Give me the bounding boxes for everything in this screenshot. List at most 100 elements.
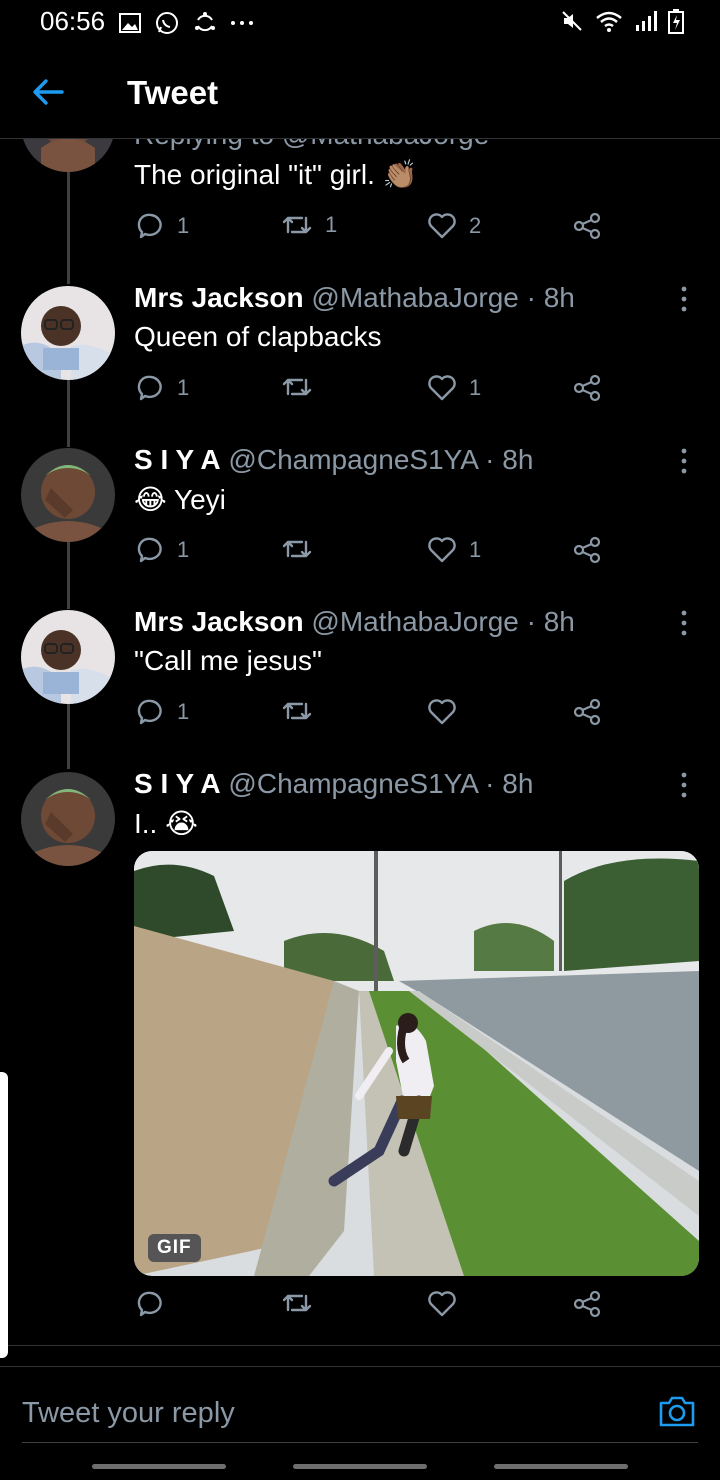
back-arrow-icon[interactable]: [28, 72, 68, 112]
author-handle[interactable]: @ChampagneS1YA · 8h: [228, 768, 533, 799]
gif-preview-image: [134, 851, 699, 1276]
like-button[interactable]: 1: [427, 536, 481, 564]
share-button[interactable]: [573, 374, 601, 402]
author-name[interactable]: Mrs Jackson: [134, 606, 304, 637]
author-name[interactable]: Mrs Jackson: [134, 282, 304, 313]
reply-count: 1: [177, 537, 190, 562]
reply-icon: [137, 213, 162, 239]
sync-icon: [195, 12, 215, 32]
retweet-icon: [282, 1294, 312, 1312]
status-bar: 06:56: [0, 0, 720, 46]
replying-to-label: Replying to @MathabaJorge: [134, 139, 489, 151]
reply-count: 1: [177, 375, 190, 400]
retweet-icon: [282, 216, 312, 234]
retweet-button[interactable]: [281, 374, 325, 400]
reply-button[interactable]: 1: [137, 212, 189, 240]
gif-media[interactable]: GIF: [134, 851, 699, 1276]
avatar[interactable]: [21, 286, 115, 380]
heart-icon: [428, 537, 456, 563]
signal-icon: [636, 11, 657, 31]
tweet-actions: 1 1: [0, 536, 720, 576]
retweet-icon: [282, 540, 312, 558]
avatar[interactable]: [21, 139, 115, 172]
more-vertical-icon[interactable]: [672, 608, 696, 638]
author-name[interactable]: S I Y A: [134, 444, 221, 475]
like-button[interactable]: [427, 698, 469, 726]
status-right-icons: [560, 8, 684, 34]
status-time: 06:56: [40, 6, 106, 36]
tweet[interactable]: Mrs Jackson @MathabaJorge · 8h Queen of …: [0, 279, 720, 441]
status-left-icons: [118, 10, 254, 36]
share-icon: [573, 212, 601, 240]
nav-recent-pill[interactable]: [92, 1464, 226, 1469]
tweet-actions: [0, 1290, 720, 1330]
like-count: 1: [469, 537, 482, 562]
retweet-button[interactable]: 1: [281, 212, 337, 238]
nav-home-pill[interactable]: [293, 1464, 427, 1469]
reply-button[interactable]: 1: [137, 698, 189, 726]
like-button[interactable]: 1: [427, 374, 481, 402]
reply-count: 1: [177, 699, 190, 724]
avatar[interactable]: [21, 772, 115, 866]
tweet-text: I.. 😭: [134, 808, 198, 839]
tweet-text: 😂 Yeyi: [134, 484, 226, 515]
tweet-header: Mrs Jackson @MathabaJorge · 8h: [134, 606, 575, 638]
reply-button[interactable]: [137, 1290, 177, 1318]
tweet[interactable]: Replying to @MathabaJorge The original "…: [0, 139, 720, 279]
share-button[interactable]: [573, 212, 601, 240]
camera-icon[interactable]: [658, 1393, 696, 1429]
reply-icon: [137, 375, 162, 401]
more-vertical-icon[interactable]: [672, 284, 696, 314]
reply-button[interactable]: 1: [137, 374, 189, 402]
like-count: 1: [469, 375, 482, 400]
author-name[interactable]: S I Y A: [134, 768, 221, 799]
retweet-button[interactable]: [281, 1290, 325, 1316]
tweet[interactable]: S I Y A @ChampagneS1YA · 8h 😂 Yeyi 1 1: [0, 441, 720, 603]
whatsapp-icon: [156, 12, 178, 34]
system-nav-bar: [0, 1450, 720, 1480]
share-button[interactable]: [573, 1290, 601, 1318]
edge-panel-handle[interactable]: [0, 1072, 8, 1358]
more-vertical-icon[interactable]: [672, 770, 696, 800]
reply-input[interactable]: Tweet your reply: [22, 1397, 235, 1430]
author-handle[interactable]: @MathabaJorge · 8h: [311, 606, 574, 637]
tweet-actions: 1: [0, 698, 720, 738]
author-handle[interactable]: @MathabaJorge · 8h: [311, 282, 574, 313]
avatar[interactable]: [21, 610, 115, 704]
app-header: Tweet: [0, 46, 720, 139]
heart-icon: [428, 213, 456, 239]
share-icon: [573, 698, 601, 726]
wifi-icon: [596, 11, 622, 32]
retweet-count: 1: [325, 212, 338, 237]
like-count: 2: [469, 213, 482, 238]
reply-icon: [137, 699, 162, 725]
gif-badge: GIF: [148, 1234, 201, 1262]
share-button[interactable]: [573, 698, 601, 726]
reply-button[interactable]: 1: [137, 536, 189, 564]
share-button[interactable]: [573, 536, 601, 564]
retweet-button[interactable]: [281, 536, 325, 562]
tweet-text: "Call me jesus": [134, 645, 322, 676]
tweet-actions: 1 1: [0, 374, 720, 414]
retweet-button[interactable]: [281, 698, 325, 724]
tweet-text: The original "it" girl. 👏🏽: [134, 159, 418, 190]
tweet-actions: 1 1 2: [0, 212, 720, 252]
tweet[interactable]: Mrs Jackson @MathabaJorge · 8h "Call me …: [0, 603, 720, 765]
author-handle[interactable]: @ChampagneS1YA · 8h: [228, 444, 533, 475]
image-icon: [119, 13, 141, 33]
like-button[interactable]: [427, 1290, 469, 1318]
tweet-divider: [0, 1345, 720, 1346]
tweet-header: Mrs Jackson @MathabaJorge · 8h: [134, 282, 575, 314]
tweet-text: Queen of clapbacks: [134, 321, 382, 352]
reply-bar: Tweet your reply: [0, 1366, 720, 1449]
avatar[interactable]: [21, 448, 115, 542]
reply-count: 1: [177, 213, 190, 238]
like-button[interactable]: 2: [427, 212, 481, 240]
heart-icon: [428, 375, 456, 401]
battery-icon: [668, 9, 684, 34]
share-icon: [573, 1290, 601, 1318]
more-vertical-icon[interactable]: [672, 446, 696, 476]
share-icon: [573, 536, 601, 564]
reply-icon: [137, 537, 162, 563]
nav-back-pill[interactable]: [494, 1464, 628, 1469]
